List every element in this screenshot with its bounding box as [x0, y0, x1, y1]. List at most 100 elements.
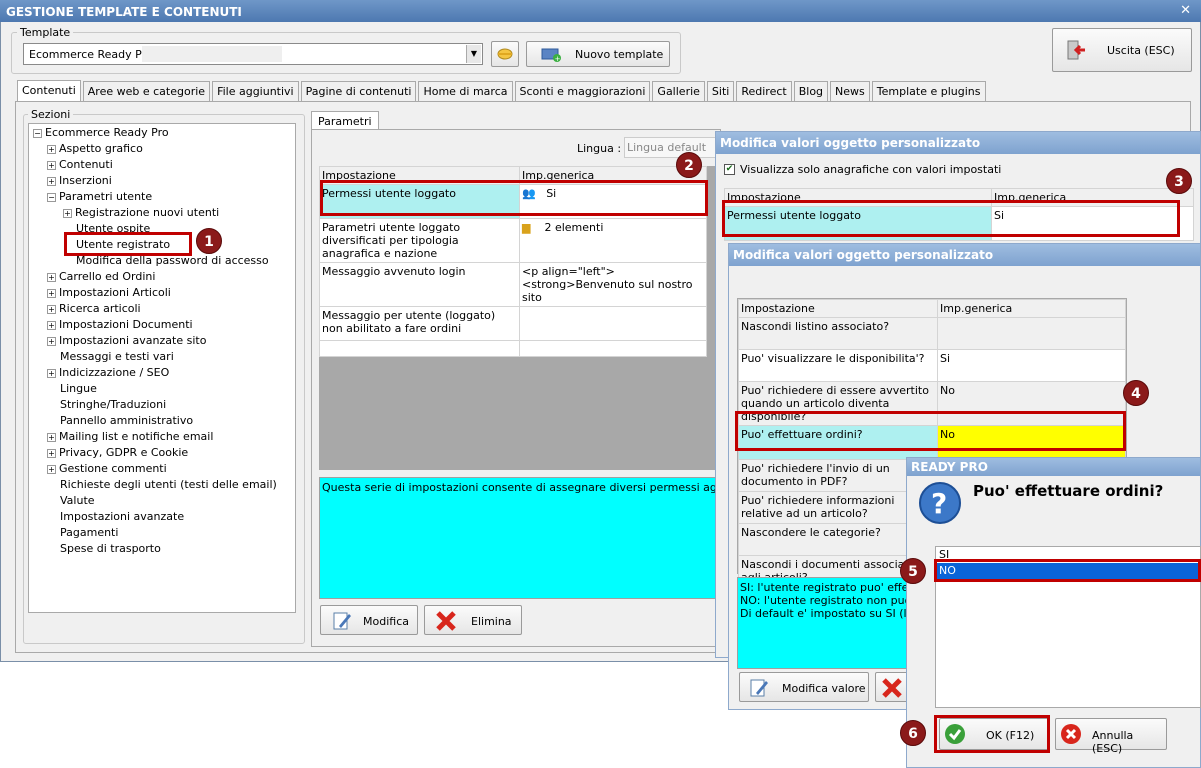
tree-item-carrello[interactable]: + Carrello ed Ordini	[47, 270, 155, 283]
tree-item-aspetto[interactable]: + Aspetto grafico	[47, 142, 143, 155]
tree-label: Indicizzazione / SEO	[59, 366, 170, 379]
template-group-label: Template	[17, 26, 74, 39]
checkbox-label: Visualizza solo anagrafiche con valori i…	[740, 163, 1002, 176]
tree-item-documenti[interactable]: + Impostazioni Documenti	[47, 318, 193, 331]
tree-item-privacy[interactable]: + Privacy, GDPR e Cookie	[47, 446, 188, 459]
tree-label: Pagamenti	[60, 526, 119, 539]
tree-item-richieste[interactable]: Richieste degli utenti (testi delle emai…	[60, 478, 277, 491]
delete-label: Elimina	[471, 615, 512, 628]
expand-icon[interactable]: +	[47, 304, 56, 314]
tree-item-registrazione[interactable]: + Registrazione nuovi utenti	[63, 206, 219, 219]
new-template-button[interactable]: + Nuovo template	[526, 41, 670, 67]
tree-root[interactable]: − Ecommerce Ready Pro	[33, 126, 169, 139]
tab-template-plugins[interactable]: Template e plugins	[871, 81, 986, 101]
folder-icon	[497, 48, 513, 60]
expand-icon[interactable]: +	[63, 208, 72, 218]
table-row[interactable]: Messaggio avvenuto login <p align="left">…	[319, 262, 707, 307]
tree-label: Parametri utente	[59, 190, 153, 203]
edit-label: Modifica	[363, 615, 409, 628]
expand-icon[interactable]: +	[47, 176, 56, 186]
tree-item-spese[interactable]: Spese di trasporto	[60, 542, 161, 555]
tree-item-messaggi[interactable]: Messaggi e testi vari	[60, 350, 174, 363]
collapse-icon[interactable]: −	[33, 128, 42, 138]
svg-text:?: ?	[931, 487, 947, 520]
delete-value-button[interactable]	[875, 672, 909, 702]
tree-item-pagamenti[interactable]: Pagamenti	[60, 526, 118, 539]
table-row[interactable]	[319, 340, 707, 357]
tree-label: Mailing list e notifiche email	[59, 430, 214, 443]
table-row[interactable]: Messaggio per utente (loggato) non abili…	[319, 306, 707, 341]
template-select[interactable]: Ecommerce Ready Pro ▼	[23, 43, 483, 65]
tree-label: Impostazioni Articoli	[59, 286, 171, 299]
tab-redirect[interactable]: Redirect	[736, 81, 792, 101]
collapse-icon[interactable]: −	[47, 192, 56, 202]
tree-item-seo[interactable]: + Indicizzazione / SEO	[47, 366, 169, 379]
delete-button[interactable]: Elimina	[424, 605, 522, 635]
tree-item-ricerca[interactable]: + Ricerca articoli	[47, 302, 141, 315]
close-icon[interactable]: ✕	[1180, 3, 1191, 18]
template-select-value: Ecommerce Ready Pro	[29, 48, 153, 61]
expand-icon[interactable]: +	[47, 160, 56, 170]
edit-value-button[interactable]: Modifica valore	[739, 672, 869, 702]
tab-contenuti[interactable]: Contenuti	[17, 80, 81, 102]
template-select-blur	[142, 46, 282, 62]
edit-icon	[750, 679, 768, 697]
expand-icon[interactable]: +	[47, 144, 56, 154]
tree-item-avanzate-sito[interactable]: + Impostazioni avanzate sito	[47, 334, 206, 347]
tree-label: Valute	[60, 494, 95, 507]
col-value: Imp.generica	[937, 299, 1126, 318]
tree-label: Carrello ed Ordini	[59, 270, 156, 283]
tree-label: Aspetto grafico	[59, 142, 143, 155]
expand-icon[interactable]: +	[47, 288, 56, 298]
tree-item-articoli[interactable]: + Impostazioni Articoli	[47, 286, 171, 299]
tab-home-marca[interactable]: Home di marca	[418, 81, 513, 101]
checkbox-filter[interactable]: ✔	[724, 164, 735, 175]
expand-icon[interactable]: +	[47, 368, 56, 378]
row-setting: Parametri utente loggato diversificati p…	[319, 218, 520, 263]
tree-item-lingue[interactable]: Lingue	[60, 382, 97, 395]
lingua-select[interactable]: Lingua default	[624, 137, 721, 158]
expand-icon[interactable]: +	[47, 464, 56, 474]
tab-blog[interactable]: Blog	[793, 81, 829, 101]
tree-item-valute[interactable]: Valute	[60, 494, 95, 507]
expand-icon[interactable]: +	[47, 448, 56, 458]
edit-button[interactable]: Modifica	[320, 605, 418, 635]
tab-file-aggiuntivi[interactable]: File aggiuntivi	[212, 81, 299, 101]
tab-gallerie[interactable]: Gallerie	[652, 81, 705, 101]
col-setting: Impostazione	[738, 299, 938, 318]
expand-icon[interactable]: +	[47, 336, 56, 346]
folder-button[interactable]	[491, 41, 519, 67]
tree-item-impostazioni-avanzate[interactable]: Impostazioni avanzate	[60, 510, 184, 523]
tree-item-contenuti[interactable]: + Contenuti	[47, 158, 113, 171]
tree-item-pannello[interactable]: Pannello amministrativo	[60, 414, 193, 427]
tree-item-stringhe[interactable]: Stringhe/Traduzioni	[60, 398, 166, 411]
svg-text:+: +	[555, 55, 561, 63]
window-title: GESTIONE TEMPLATE E CONTENUTI	[6, 5, 242, 19]
expand-icon[interactable]: +	[47, 320, 56, 330]
tree-item-inserzioni[interactable]: + Inserzioni	[47, 174, 112, 187]
tab-sconti[interactable]: Sconti e maggiorazioni	[514, 81, 651, 101]
tab-siti[interactable]: Siti	[706, 81, 735, 101]
badge-3: 3	[1166, 168, 1192, 194]
tab-pagine-contenuti[interactable]: Pagine di contenuti	[300, 81, 417, 101]
cancel-button[interactable]: Annulla (ESC)	[1055, 718, 1167, 755]
tree-item-commenti[interactable]: + Gestione commenti	[47, 462, 167, 475]
row-value: Si	[937, 349, 1126, 382]
tree-label: Contenuti	[59, 158, 113, 171]
tab-parametri[interactable]: Parametri	[311, 111, 379, 130]
expand-icon[interactable]: +	[47, 272, 56, 282]
tab-news[interactable]: News	[830, 81, 870, 101]
table-row[interactable]: Parametri utente loggato diversificati p…	[319, 218, 707, 263]
table-row[interactable]: Nascondi listino associato?	[738, 317, 1126, 350]
tree-item-parametri[interactable]: − Parametri utente	[47, 190, 152, 203]
chevron-down-icon[interactable]: ▼	[466, 45, 481, 63]
tab-aree-web[interactable]: Aree web e categorie	[82, 81, 211, 101]
sections-tree[interactable]: − Ecommerce Ready Pro + Aspetto grafico + C…	[28, 123, 296, 613]
tree-item-mailing[interactable]: + Mailing list e notifiche email	[47, 430, 213, 443]
annotation-box-5	[934, 559, 1201, 582]
expand-icon[interactable]: +	[47, 432, 56, 442]
table-row[interactable]: Puo' visualizzare le disponibilita'? Si	[738, 349, 1126, 382]
exit-button[interactable]: Uscita (ESC)	[1052, 28, 1192, 72]
badge-2: 2	[676, 152, 702, 178]
dialog-question: Puo' effettuare ordini?	[973, 482, 1164, 500]
